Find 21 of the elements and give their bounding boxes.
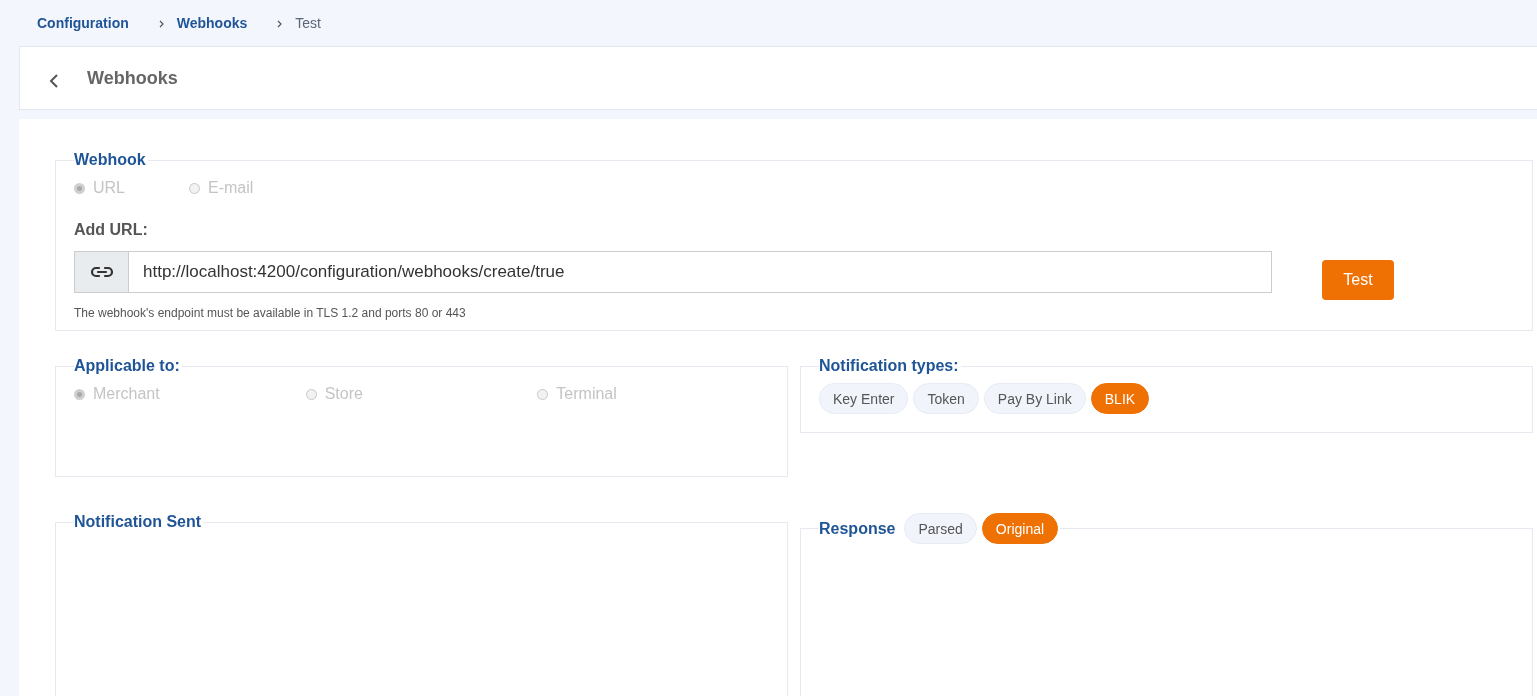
chevron-right-icon xyxy=(277,19,283,28)
type-chip[interactable]: Pay By Link xyxy=(983,383,1086,414)
breadcrumb-item: Test xyxy=(295,15,321,31)
type-chip[interactable]: Key Enter xyxy=(819,383,909,414)
link-icon xyxy=(74,251,129,293)
type-chip[interactable]: Token xyxy=(913,383,979,414)
breadcrumb-item[interactable]: Configuration xyxy=(37,15,129,31)
section-title: Notification Sent xyxy=(74,513,203,531)
view-tab[interactable]: Parsed xyxy=(904,513,977,544)
type-chip[interactable]: BLIK xyxy=(1090,383,1150,414)
section-title: Notification types: xyxy=(819,357,960,375)
section-title: Webhook xyxy=(74,151,147,169)
breadcrumb-item[interactable]: Webhooks xyxy=(176,15,248,31)
back-icon[interactable] xyxy=(49,74,59,88)
page-title: Webhooks xyxy=(87,67,178,89)
section-title: Applicable to: xyxy=(74,357,181,375)
section-title: Response xyxy=(819,519,896,538)
field-label: Add URL: xyxy=(74,221,149,239)
chevron-right-icon xyxy=(158,19,164,28)
view-tab[interactable]: Original xyxy=(981,513,1059,544)
hint-text: The webhook's endpoint must be available in TLS 1.2 and ports 80 or 443 xyxy=(74,306,467,320)
